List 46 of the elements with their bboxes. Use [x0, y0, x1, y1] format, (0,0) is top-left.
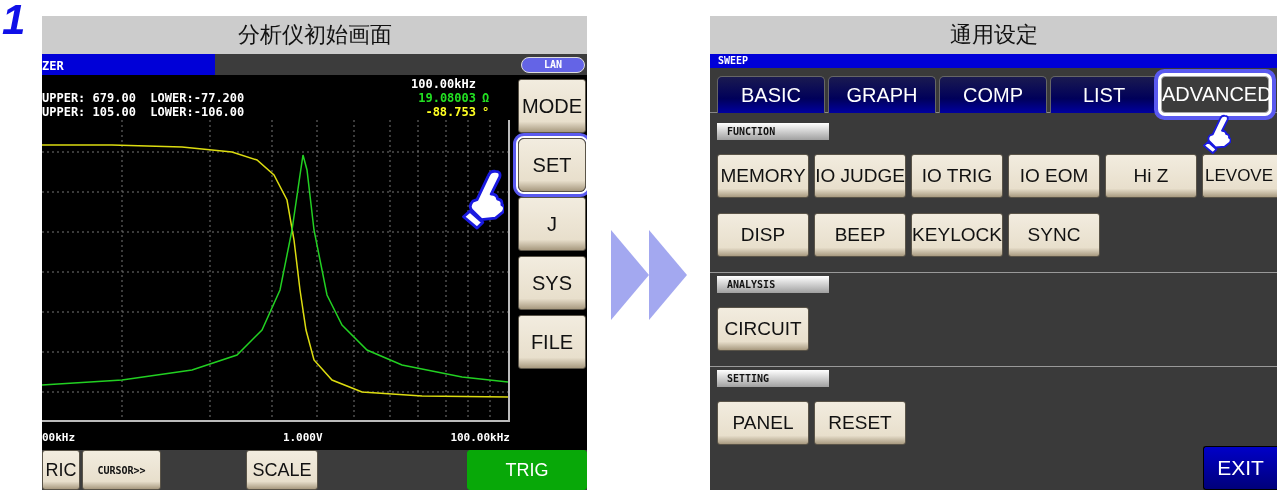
- screen-title: 分析仪初始画面: [42, 16, 587, 54]
- double-arrow-icon: [610, 230, 687, 320]
- axis-label: 00kHz: [42, 431, 76, 444]
- function-button[interactable]: PANEL: [717, 401, 809, 445]
- measured-value: 19.08003: [417, 92, 476, 106]
- screen-title: 通用设定: [710, 16, 1277, 54]
- step-number: 1: [1, 0, 27, 45]
- function-button[interactable]: SCALE: [246, 450, 318, 490]
- tab[interactable]: COMP: [939, 76, 1047, 113]
- lan-indicator: LAN: [521, 56, 585, 73]
- limits-readout: UPPER: 105.00 LOWER:-106.00: [42, 106, 246, 120]
- function-button[interactable]: CIRCUIT: [717, 307, 809, 351]
- menu-button[interactable]: SYS: [518, 256, 586, 310]
- function-button[interactable]: MEMORY: [717, 154, 809, 198]
- tab[interactable]: BASIC: [717, 76, 825, 113]
- function-button[interactable]: CURSOR>>: [82, 450, 161, 490]
- frequency-readout: 100.00kHz: [409, 78, 477, 92]
- limits-readout: UPPER: 679.00 LOWER:-77.200: [42, 92, 246, 106]
- function-button[interactable]: LEVOVE: [1202, 154, 1277, 198]
- function-button[interactable]: DISP: [717, 213, 809, 257]
- axis-label: 100.00kHz: [450, 431, 510, 444]
- function-button[interactable]: SYNC: [1008, 213, 1100, 257]
- screen-header: SWEEP: [710, 54, 1277, 68]
- section-label: ANALYSIS: [717, 276, 829, 293]
- mode-label: ZER: [42, 54, 215, 75]
- pointing-hand-icon: [460, 168, 504, 230]
- exit-button[interactable]: EXIT: [1203, 446, 1277, 490]
- function-button[interactable]: IO TRIG: [911, 154, 1003, 198]
- tab[interactable]: GRAPH: [828, 76, 936, 113]
- menu-button[interactable]: MODE: [518, 79, 586, 133]
- function-button[interactable]: IO EOM: [1008, 154, 1100, 198]
- menu-button[interactable]: FILE: [518, 315, 586, 369]
- unit-label: °: [481, 106, 491, 120]
- pointing-hand-icon: [1201, 114, 1231, 154]
- section-label: SETTING: [717, 370, 829, 387]
- function-button[interactable]: RESET: [814, 401, 906, 445]
- function-button[interactable]: IO JUDGE: [814, 154, 906, 198]
- section-label: FUNCTION: [717, 123, 829, 140]
- axis-label: 1.000V: [282, 431, 323, 444]
- function-button[interactable]: Hi Z: [1105, 154, 1197, 198]
- function-button[interactable]: RIC: [42, 450, 80, 490]
- function-button[interactable]: BEEP: [814, 213, 906, 257]
- measured-value: -88.753: [424, 106, 476, 120]
- unit-label: Ω: [481, 92, 491, 106]
- function-button[interactable]: KEYLOCK: [911, 213, 1003, 257]
- menu-button[interactable]: J: [518, 197, 586, 251]
